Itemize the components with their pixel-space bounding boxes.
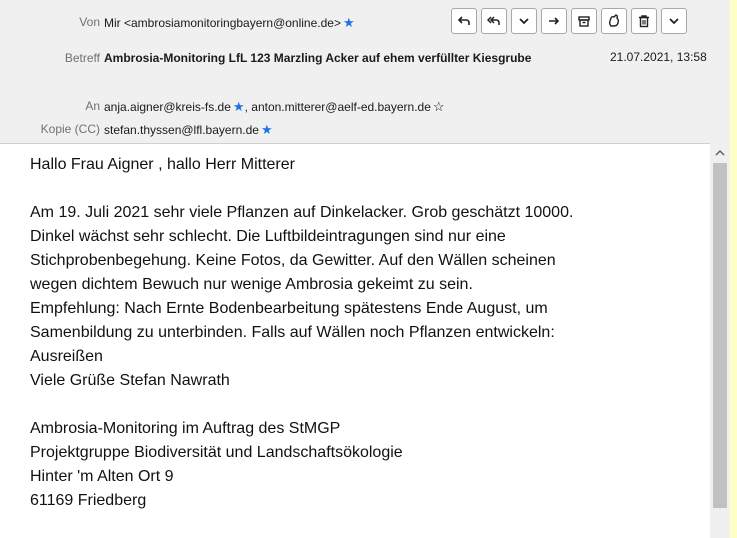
archive-icon	[578, 16, 590, 27]
message-toolbar	[451, 8, 687, 34]
signature-line: Ambrosia-Monitoring im Auftrag des StMGP	[30, 420, 341, 437]
message-date: 21.07.2021, 13:58	[610, 50, 707, 64]
archive-button[interactable]	[571, 8, 597, 34]
signature-line: Hinter 'm Alten Ort 9	[30, 468, 174, 485]
subject-label: Betreff	[64, 51, 100, 65]
contact-star-icon[interactable]: ★	[261, 122, 273, 137]
cc-label: Kopie (CC)	[40, 122, 100, 136]
reply-all-icon	[487, 16, 500, 25]
from-address[interactable]: Mir <ambrosiamonitoringbayern@online.de>	[104, 16, 341, 30]
to-address-2[interactable]: anton.mitterer@aelf-ed.bayern.de	[251, 100, 431, 114]
reply-button[interactable]	[451, 8, 477, 34]
scroll-up-button[interactable]	[710, 145, 730, 161]
from-field[interactable]: Mir <ambrosiamonitoringbayern@online.de>…	[104, 15, 355, 31]
from-label: Von	[79, 15, 100, 29]
body-line: Dinkel wächst sehr schlecht. Die Luftbil…	[30, 228, 506, 245]
cc-field: stefan.thyssen@lfl.bayern.de ★	[104, 122, 273, 138]
junk-icon	[608, 14, 620, 27]
contact-star-icon[interactable]: ★	[233, 99, 245, 114]
chevron-down-icon	[519, 18, 529, 25]
to-address-1[interactable]: anja.aigner@kreis-fs.de	[104, 100, 231, 114]
reply-all-button[interactable]	[481, 8, 507, 34]
body-line: Stichprobenbegehung. Keine Fotos, da Gew…	[30, 252, 556, 269]
trash-icon	[639, 15, 649, 28]
body-line: Am 19. Juli 2021 sehr viele Pflanzen auf…	[30, 204, 574, 221]
vertical-scrollbar[interactable]	[710, 143, 730, 538]
body-line: Samenbildung zu unterbinden. Falls auf W…	[30, 324, 555, 341]
contact-star-icon[interactable]: ★	[343, 15, 355, 30]
to-label: An	[85, 99, 100, 113]
reply-options-button[interactable]	[511, 8, 537, 34]
cc-address[interactable]: stefan.thyssen@lfl.bayern.de	[104, 123, 259, 137]
junk-button[interactable]	[601, 8, 627, 34]
forward-icon	[549, 17, 560, 25]
message-pane: Von Mir <ambrosiamonitoringbayern@online…	[0, 0, 730, 538]
to-separator: ,	[244, 100, 248, 114]
message-header: Von Mir <ambrosiamonitoringbayern@online…	[0, 0, 730, 144]
body-line: Ausreißen	[30, 348, 103, 365]
more-button[interactable]	[661, 8, 687, 34]
signature-line: Projektgruppe Biodiversität und Landscha…	[30, 444, 403, 461]
to-field: anja.aigner@kreis-fs.de ★, anton.mitterer…	[104, 99, 445, 115]
subject-text: Ambrosia-Monitoring LfL 123 Marzling Ack…	[104, 51, 532, 65]
add-contact-star-icon[interactable]: ☆	[433, 99, 445, 114]
body-line: Empfehlung: Nach Ernte Bodenbearbeitung …	[30, 300, 548, 317]
chevron-down-icon	[669, 18, 679, 25]
delete-button[interactable]	[631, 8, 657, 34]
greeting-line: Hallo Frau Aigner , hallo Herr Mitterer	[30, 156, 295, 173]
forward-button[interactable]	[541, 8, 567, 34]
message-body: Hallo Frau Aigner , hallo Herr Mitterer …	[30, 153, 700, 513]
scrollbar-thumb[interactable]	[713, 163, 727, 508]
chevron-up-icon	[715, 149, 725, 156]
signature-line: 61169 Friedberg	[30, 492, 147, 509]
closing-line: Viele Grüße Stefan Nawrath	[30, 372, 230, 389]
reply-icon	[457, 16, 470, 25]
body-line: wegen dichtem Bewuch nur wenige Ambrosia…	[30, 276, 473, 293]
